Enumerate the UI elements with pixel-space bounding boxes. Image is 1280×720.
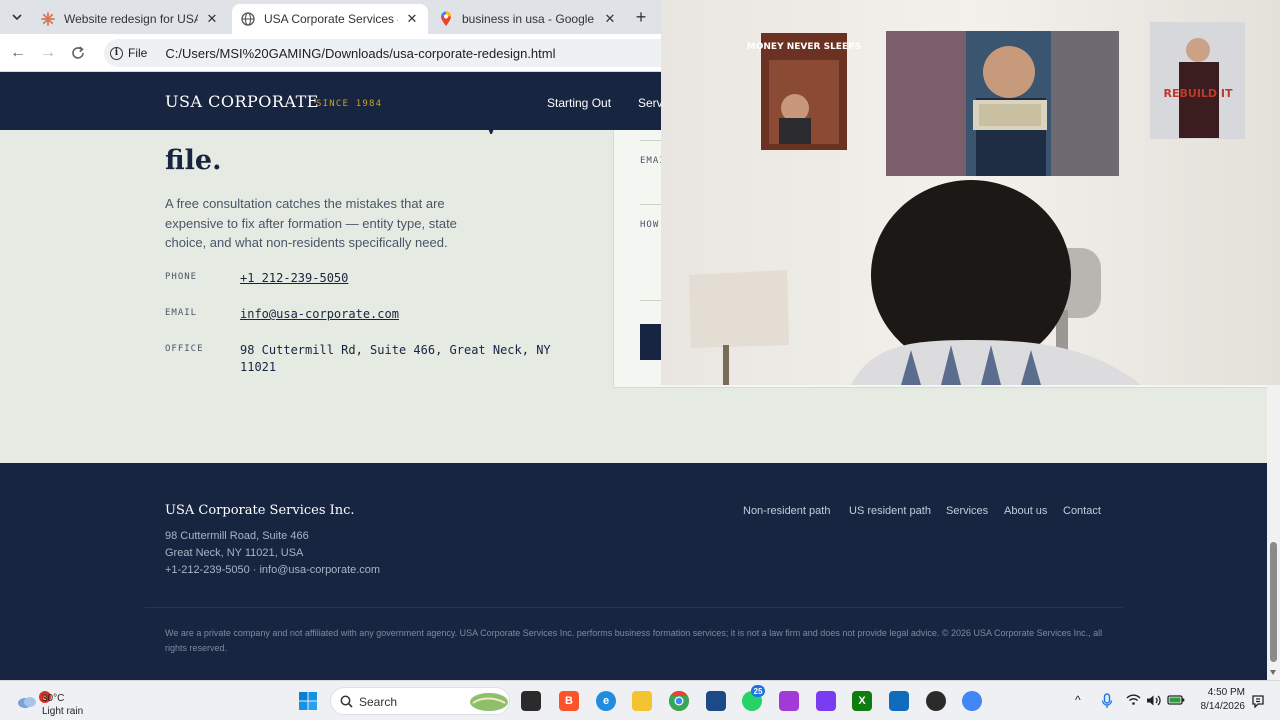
edge-icon[interactable]: e: [596, 691, 616, 711]
footer-link-non-resident[interactable]: Non-resident path: [743, 505, 830, 517]
poster-right: REBUILD IT: [1150, 22, 1245, 139]
office-label: OFFICE: [165, 344, 204, 354]
battery-charging-icon[interactable]: [1167, 694, 1185, 706]
back-arrow-icon[interactable]: ←: [6, 41, 30, 65]
nav-services[interactable]: Serv: [638, 96, 663, 110]
microsoft-store-icon[interactable]: [706, 691, 726, 711]
proton-icon[interactable]: [779, 691, 799, 711]
scroll-down-icon[interactable]: [1270, 670, 1276, 675]
globe-icon: [240, 11, 256, 27]
tab-title: USA Corporate Services — We: [264, 12, 398, 26]
site-footer: USA Corporate Services Inc. 98 Cuttermil…: [0, 463, 1267, 680]
email-link[interactable]: info@usa-corporate.com: [240, 306, 560, 323]
footer-link-contact[interactable]: Contact: [1063, 505, 1101, 517]
webcam-feed-image: MONEY NEVER SLEEPS REBUILD IT: [661, 0, 1280, 385]
nav-starting-out[interactable]: Starting Out: [547, 96, 611, 110]
poster-left-text: MONEY NEVER SLEEPS: [747, 42, 861, 52]
webcam-overlay[interactable]: MONEY NEVER SLEEPS REBUILD IT: [661, 0, 1280, 385]
clock-time[interactable]: 4:50 PM: [1197, 687, 1245, 698]
footer-disclaimer: We are a private company and not affilia…: [165, 628, 1103, 653]
poster-center: [886, 31, 1119, 176]
brave-icon[interactable]: B: [559, 691, 579, 711]
footer-address-line2: Great Neck, NY 11021, USA: [165, 547, 304, 559]
footer-divider: [145, 607, 1123, 608]
chrome-profile-icon[interactable]: [962, 691, 982, 711]
whatsapp-badge: 25: [751, 685, 765, 697]
tab-title: business in usa - Google Maps: [462, 12, 596, 26]
weather-condition: Light rain: [42, 706, 84, 717]
tab-close-icon[interactable]: ✕: [404, 11, 420, 27]
tab-website-redesign[interactable]: Website redesign for USA Corp ✕: [32, 4, 228, 34]
stacks-app-icon[interactable]: [816, 691, 836, 711]
footer-address-line1: 98 Cuttermill Road, Suite 466: [165, 530, 309, 542]
heading-clipped-glyph: y: [483, 126, 497, 134]
tray-overflow-chevron-icon[interactable]: ^: [1075, 693, 1081, 707]
search-highlight-icon: [470, 693, 508, 711]
new-tab-plus-icon[interactable]: +: [630, 6, 652, 28]
windows-start-icon[interactable]: [298, 691, 318, 711]
form-how-label: HOW: [640, 220, 660, 230]
obs-icon[interactable]: [926, 691, 946, 711]
windows-taskbar: 3 30°C Light rain Search B e 25 X ^ 4:50…: [0, 680, 1280, 720]
contact-lede: A free consultation catches the mistakes…: [165, 196, 457, 250]
volume-icon[interactable]: [1146, 694, 1161, 707]
tab-close-icon[interactable]: ✕: [204, 11, 220, 27]
taskbar-search[interactable]: Search: [330, 687, 510, 715]
tab-usa-corporate[interactable]: USA Corporate Services — We ✕: [232, 4, 428, 34]
tab-close-icon[interactable]: ✕: [602, 11, 618, 27]
info-icon: i: [110, 46, 123, 60]
contact-heading: file.: [165, 145, 222, 176]
scroll-thumb[interactable]: [1270, 542, 1277, 662]
tab-title: Website redesign for USA Corp: [64, 12, 198, 26]
xbox-icon[interactable]: X: [852, 691, 872, 711]
footer-link-about[interactable]: About us: [1004, 505, 1047, 517]
maps-pin-icon: [438, 11, 454, 27]
brand-since: SINCE 1984: [316, 99, 383, 109]
brand-logo[interactable]: USA CORPORATE: [165, 92, 319, 111]
rain-cloud-icon: [18, 697, 36, 708]
file-explorer-icon[interactable]: [632, 691, 652, 711]
whatsapp-icon[interactable]: 25: [742, 685, 765, 711]
tab-google-maps[interactable]: business in usa - Google Maps ✕: [430, 4, 626, 34]
url-text: C:/Users/MSI%20GAMING/Downloads/usa-corp…: [165, 45, 556, 61]
terminal-icon[interactable]: [889, 691, 909, 711]
search-icon: [340, 695, 353, 708]
forward-arrow-icon[interactable]: →: [36, 41, 60, 65]
microphone-icon[interactable]: [1101, 693, 1113, 709]
task-view-icon[interactable]: [521, 691, 541, 711]
phone-label: PHONE: [165, 272, 198, 282]
footer-contact-line: +1-212-239-5050 · info@usa-corporate.com: [165, 564, 381, 576]
tab-search-chevron-icon[interactable]: [6, 6, 28, 28]
email-label: EMAIL: [165, 308, 198, 318]
weather-widget[interactable]: 3 30°C Light rain: [12, 686, 132, 717]
footer-link-us-resident[interactable]: US resident path: [849, 505, 931, 517]
phone-link[interactable]: +1 212-239-5050: [240, 270, 560, 287]
footer-company: USA Corporate Services Inc.: [165, 503, 355, 518]
site-info-button[interactable]: i File: [110, 46, 157, 60]
notification-icon[interactable]: [1251, 694, 1265, 708]
claude-icon: [40, 11, 56, 27]
search-label: Search: [359, 695, 398, 709]
reload-icon[interactable]: [66, 41, 90, 65]
chrome-icon[interactable]: [669, 691, 689, 711]
scheme-label: File: [128, 46, 148, 60]
footer-link-services[interactable]: Services: [946, 505, 988, 517]
wifi-icon[interactable]: [1126, 694, 1141, 706]
weather-temp: 30°C: [42, 693, 65, 704]
poster-left: MONEY NEVER SLEEPS: [747, 33, 861, 150]
clock-date[interactable]: 8/14/2026: [1191, 701, 1246, 712]
poster-right-text: REBUILD IT: [1164, 87, 1233, 100]
office-address: 98 Cuttermill Rd, Suite 466, Great Neck,…: [240, 343, 551, 374]
